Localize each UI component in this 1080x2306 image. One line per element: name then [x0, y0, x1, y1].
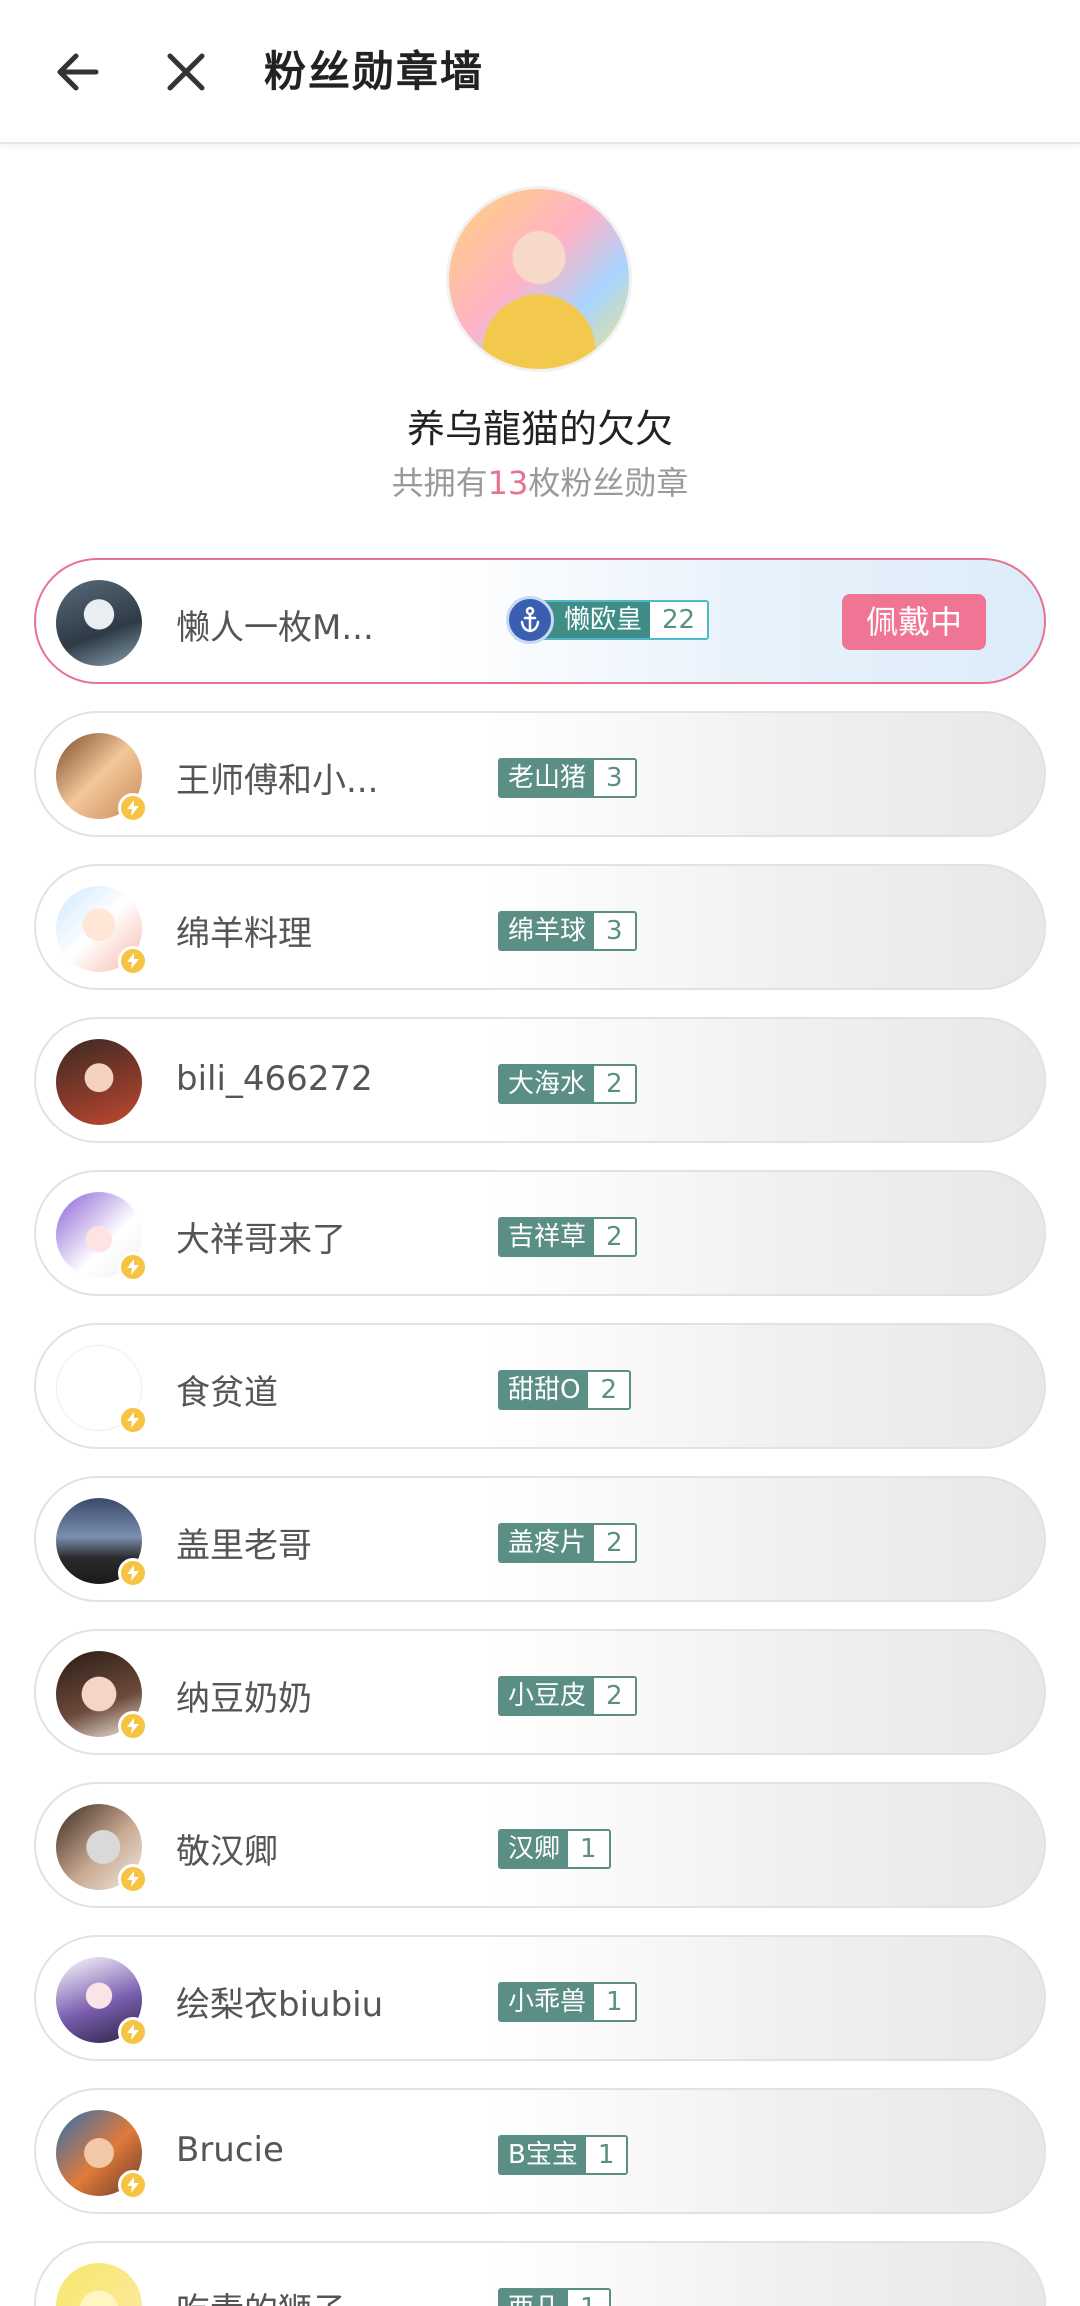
avatar — [56, 580, 142, 666]
medal-name: 吉祥草 — [500, 1219, 595, 1255]
streamer-name: bili_466272 — [176, 1059, 373, 1099]
medal-level: 2 — [594, 1525, 635, 1561]
lightning-icon — [118, 1405, 148, 1435]
fan-medal: 大海水 2 — [498, 1064, 637, 1104]
anchor-icon — [506, 596, 554, 644]
medal-level: 3 — [594, 913, 635, 949]
fan-medal: 小豆皮 2 — [498, 1676, 637, 1716]
medal-count-suffix: 枚粉丝勋章 — [528, 464, 689, 502]
lightning-icon — [118, 1252, 148, 1282]
fan-medal: 吉祥草 2 — [498, 1217, 637, 1257]
medal-name: 盖疼片 — [500, 1525, 595, 1561]
medal-row-active[interactable]: 懒人一枚M... 懒欧皇 22 佩戴中 — [34, 558, 1046, 684]
streamer-name: 吃素的狮子 — [176, 2283, 346, 2306]
close-icon — [167, 53, 205, 91]
medal-level: 2 — [588, 1372, 630, 1408]
streamer-name: 大祥哥来了 — [176, 1220, 346, 1260]
medal-level: 2 — [594, 1066, 635, 1102]
medal-level: 2 — [594, 1219, 635, 1255]
streamer-name: Brucie — [176, 2130, 284, 2170]
lightning-icon — [118, 2017, 148, 2047]
fan-medal: 汉卿 1 — [498, 1829, 611, 1869]
lightning-icon — [118, 946, 148, 976]
close-button[interactable] — [150, 36, 222, 108]
medal-list: 懒人一枚M... 懒欧皇 22 佩戴中 王师傅和小... 老山猪 3 绵羊料理 绵… — [34, 558, 1046, 2306]
medal-row[interactable]: 大祥哥来了 吉祥草 2 — [34, 1170, 1046, 1296]
lightning-icon — [118, 1864, 148, 1894]
medal-level: 1 — [568, 2290, 609, 2306]
medal-row[interactable]: 盖里老哥 盖疼片 2 — [34, 1476, 1046, 1602]
medal-level: 2 — [594, 1678, 635, 1714]
fan-medal: 盖疼片 2 — [498, 1523, 637, 1563]
fan-medal: B宝宝 1 — [498, 2135, 629, 2175]
medal-row[interactable]: 纳豆奶奶 小豆皮 2 — [34, 1629, 1046, 1755]
medal-level: 1 — [585, 2137, 627, 2173]
medal-name: 西几 — [500, 2290, 569, 2306]
profile-section: 养乌龍猫的欠欠 共拥有13枚粉丝勋章 — [0, 144, 1080, 540]
streamer-name: 食贫道 — [176, 1373, 278, 1413]
medal-row[interactable]: 绘梨衣biubiu 小乖兽 1 — [34, 1935, 1046, 2061]
medal-row[interactable]: 王师傅和小... 老山猪 3 — [34, 711, 1046, 837]
medal-name: 小乖兽 — [500, 1984, 595, 2020]
medal-level: 1 — [594, 1984, 635, 2020]
fan-medal: 甜甜O 2 — [498, 1370, 632, 1410]
medal-name: B宝宝 — [500, 2137, 586, 2173]
streamer-name: 敬汉卿 — [176, 1832, 278, 1872]
fan-medal: 小乖兽 1 — [498, 1982, 637, 2022]
lightning-icon — [118, 1711, 148, 1741]
medal-level: 3 — [594, 760, 635, 796]
medal-name: 老山猪 — [500, 760, 595, 796]
fan-medal: 老山猪 3 — [498, 758, 637, 798]
streamer-name: 绵羊料理 — [176, 914, 312, 954]
lightning-icon — [118, 1558, 148, 1588]
medal-row[interactable]: 绵羊料理 绵羊球 3 — [34, 864, 1046, 990]
medal-count-prefix: 共拥有 — [391, 464, 488, 502]
medal-row[interactable]: 食贫道 甜甜O 2 — [34, 1323, 1046, 1449]
lightning-icon — [118, 2170, 148, 2200]
streamer-name: 懒人一枚M... — [176, 608, 374, 648]
streamer-name: 纳豆奶奶 — [176, 1679, 312, 1719]
medal-name: 大海水 — [500, 1066, 595, 1102]
streamer-name: 绘梨衣biubiu — [176, 1985, 384, 2025]
lightning-icon — [118, 793, 148, 823]
medal-name: 甜甜O — [500, 1372, 589, 1408]
arrow-left-icon — [57, 53, 99, 91]
fan-medal: 绵羊球 3 — [498, 911, 637, 951]
streamer-name: 王师傅和小... — [176, 761, 379, 801]
username: 养乌龍猫的欠欠 — [406, 407, 673, 451]
medal-name: 汉卿 — [500, 1831, 569, 1867]
medal-level: 1 — [568, 1831, 609, 1867]
medal-name: 绵羊球 — [500, 913, 595, 949]
streamer-name: 盖里老哥 — [176, 1526, 312, 1566]
user-avatar[interactable] — [446, 186, 632, 372]
wearing-button[interactable]: 佩戴中 — [842, 594, 986, 650]
fan-medal: 西几1 — [498, 2288, 611, 2306]
avatar — [56, 1039, 142, 1125]
avatar — [56, 2263, 142, 2306]
page-title: 粉丝勋章墙 — [264, 47, 485, 96]
back-button[interactable] — [42, 36, 114, 108]
medal-row[interactable]: 吃素的狮子 西几1 — [34, 2241, 1046, 2306]
top-bar: 粉丝勋章墙 — [0, 0, 1080, 144]
medal-row[interactable]: 敬汉卿 汉卿 1 — [34, 1782, 1046, 1908]
medal-count: 共拥有13枚粉丝勋章 — [0, 458, 1080, 504]
medal-name: 小豆皮 — [500, 1678, 595, 1714]
medal-count-number: 13 — [487, 464, 529, 502]
medal-row[interactable]: bili_466272 大海水 2 — [34, 1017, 1046, 1143]
medal-level: 22 — [650, 602, 708, 638]
medal-row[interactable]: Brucie B宝宝 1 — [34, 2088, 1046, 2214]
